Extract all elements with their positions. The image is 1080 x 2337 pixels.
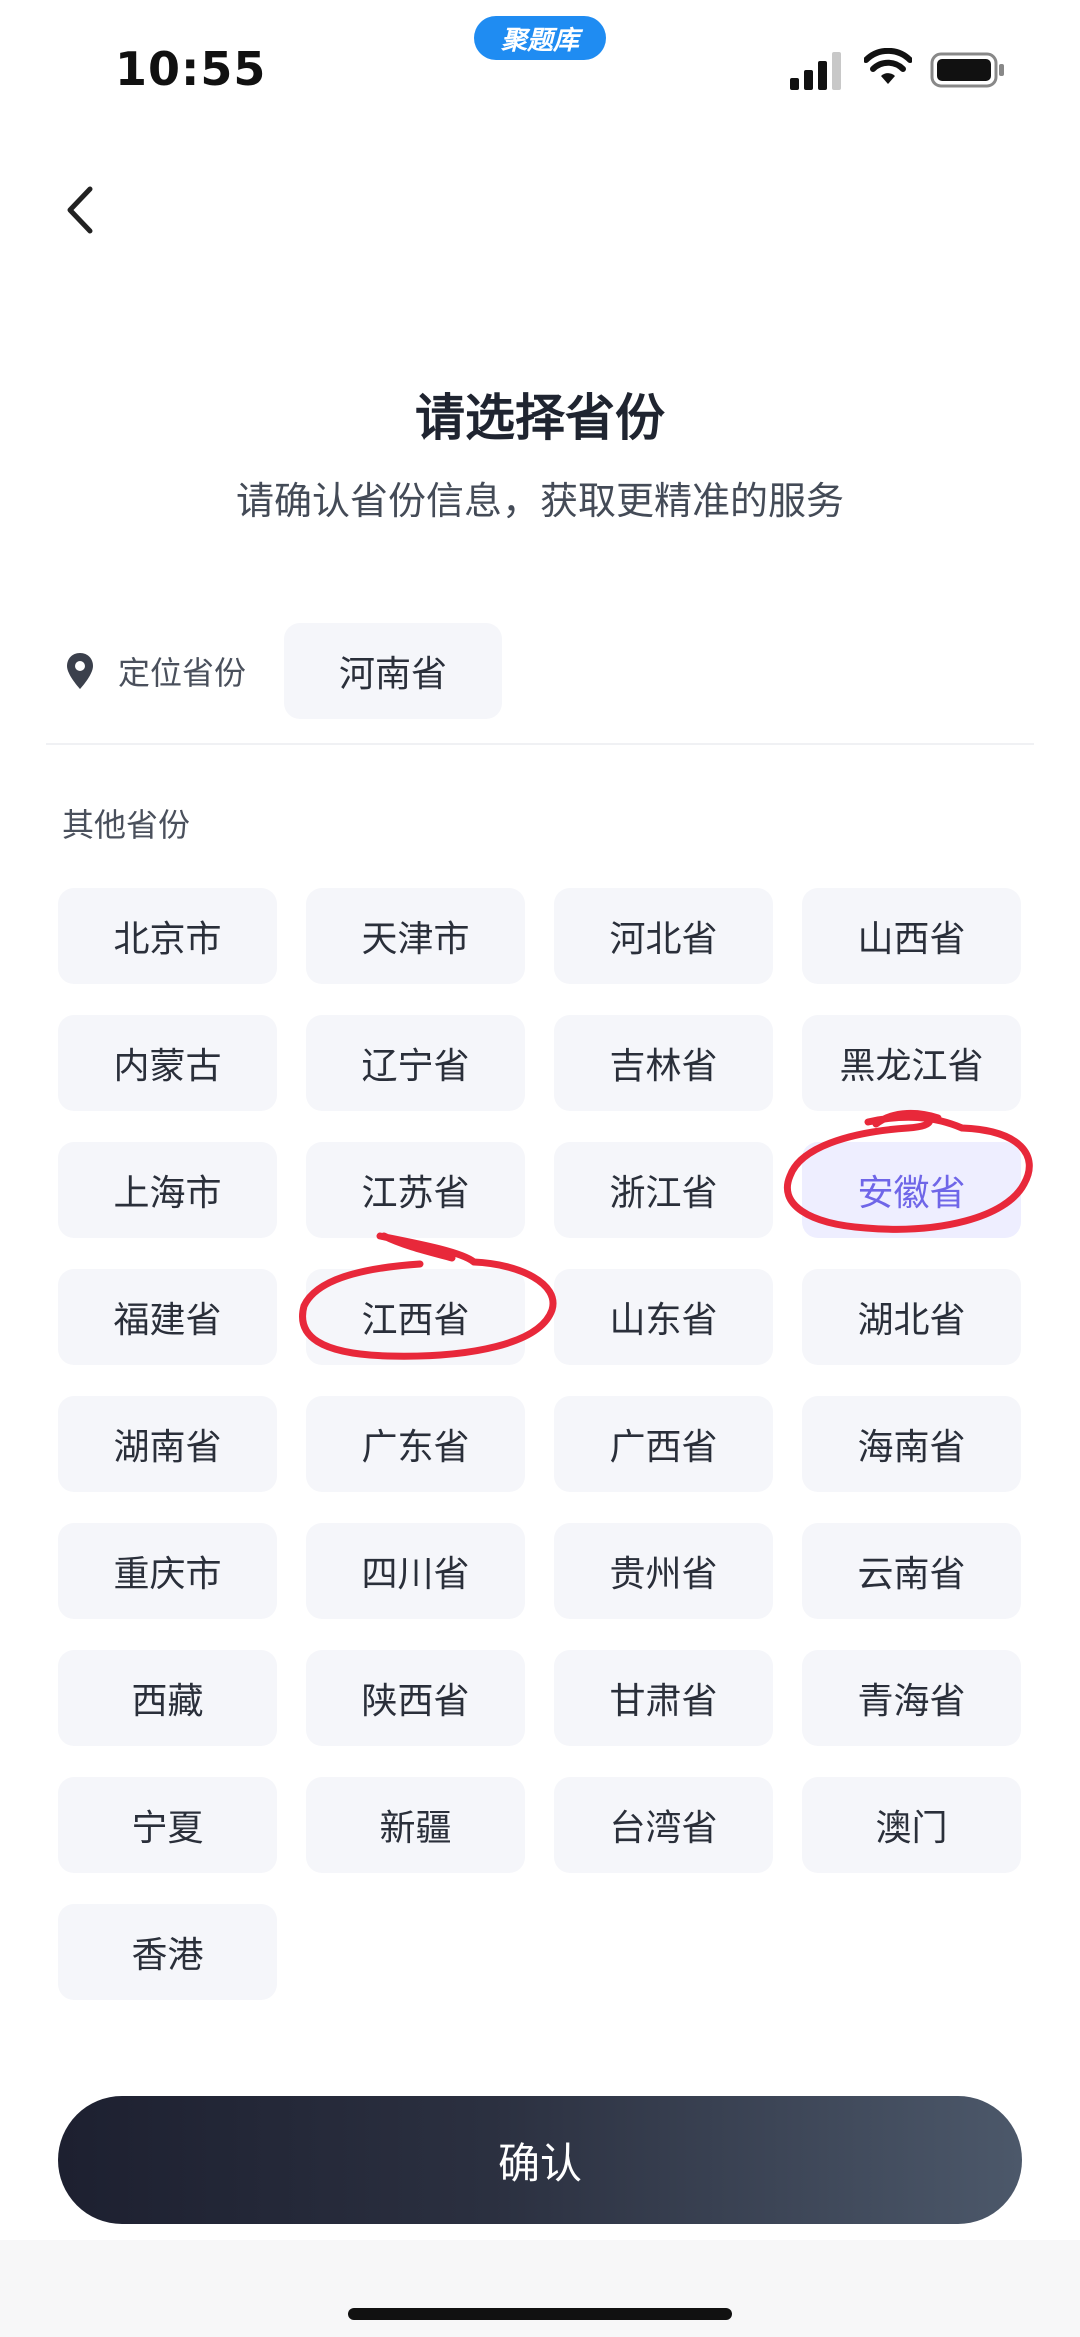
home-indicator <box>348 2308 732 2320</box>
province-chip[interactable]: 吉林省 <box>554 1015 773 1111</box>
province-chip[interactable]: 辽宁省 <box>306 1015 525 1111</box>
back-button[interactable] <box>50 170 110 250</box>
province-chip[interactable]: 四川省 <box>306 1523 525 1619</box>
other-provinces-label: 其他省份 <box>62 806 191 844</box>
province-chip[interactable]: 甘肃省 <box>554 1650 773 1746</box>
province-chip[interactable]: 山东省 <box>554 1269 773 1365</box>
confirm-button[interactable]: 确认 <box>58 2096 1022 2224</box>
province-chip[interactable]: 台湾省 <box>554 1777 773 1873</box>
province-chip[interactable]: 新疆 <box>306 1777 525 1873</box>
wifi-icon <box>864 48 912 84</box>
app-badge: 聚题库 <box>474 16 606 60</box>
province-chip[interactable]: 青海省 <box>802 1650 1021 1746</box>
province-chip[interactable]: 广西省 <box>554 1396 773 1492</box>
province-chip[interactable]: 湖南省 <box>58 1396 277 1492</box>
province-chip[interactable]: 山西省 <box>802 888 1021 984</box>
location-row: 定位省份 河南省 <box>62 622 503 720</box>
province-grid: 北京市 天津市 河北省 山西省内蒙古 辽宁省 吉林省 黑龙江省上海市 江苏省 浙江省 安徽省福建省… <box>58 888 1024 2000</box>
province-chip[interactable]: 海南省 <box>802 1396 1021 1492</box>
province-chip[interactable]: 浙江省 <box>554 1142 773 1238</box>
province-chip[interactable]: 重庆市 <box>58 1523 277 1619</box>
province-chip[interactable]: 广东省 <box>306 1396 525 1492</box>
location-label: 定位省份 <box>118 654 247 692</box>
status-bar: 10:55 聚题库 <box>0 0 1080 120</box>
province-chip[interactable]: 河北省 <box>554 888 773 984</box>
province-chip[interactable]: 陕西省 <box>306 1650 525 1746</box>
signal-icon <box>790 52 841 90</box>
province-chip[interactable]: 宁夏 <box>58 1777 277 1873</box>
province-chip[interactable]: 澳门 <box>802 1777 1021 1873</box>
province-chip[interactable]: 湖北省 <box>802 1269 1021 1365</box>
province-chip[interactable]: 上海市 <box>58 1142 277 1238</box>
page-title: 请选择省份 <box>415 389 665 447</box>
province-chip[interactable]: 贵州省 <box>554 1523 773 1619</box>
province-chip[interactable]: 福建省 <box>58 1269 277 1365</box>
province-chip[interactable]: 江西省 <box>306 1269 525 1365</box>
divider <box>46 743 1034 745</box>
located-province-chip[interactable]: 河南省 <box>284 623 503 719</box>
province-chip[interactable]: 黑龙江省 <box>802 1015 1021 1111</box>
location-pin-icon <box>67 653 93 689</box>
page-subtitle: 请确认省份信息，获取更精准的服务 <box>235 479 844 523</box>
bottom-safe-area <box>0 2240 1080 2337</box>
province-chip[interactable]: 香港 <box>58 1904 277 2000</box>
battery-icon <box>930 52 1004 88</box>
province-chip[interactable]: 西藏 <box>58 1650 277 1746</box>
chevron-left-icon <box>67 186 93 234</box>
province-chip[interactable]: 内蒙古 <box>58 1015 277 1111</box>
province-chip[interactable]: 北京市 <box>58 888 277 984</box>
province-chip[interactable]: 安徽省 <box>802 1142 1021 1238</box>
province-chip[interactable]: 云南省 <box>802 1523 1021 1619</box>
province-chip[interactable]: 江苏省 <box>306 1142 525 1238</box>
status-time: 10:55 <box>115 42 267 96</box>
province-chip[interactable]: 天津市 <box>306 888 525 984</box>
